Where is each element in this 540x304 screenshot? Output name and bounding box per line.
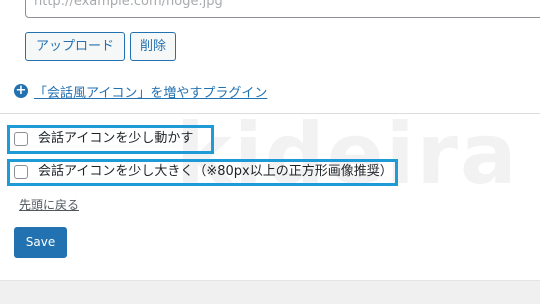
delete-button[interactable]: 削除 bbox=[130, 32, 176, 61]
move-icon-checkbox[interactable] bbox=[14, 132, 28, 146]
footer-bar bbox=[0, 280, 540, 304]
plugin-link-text[interactable]: 「会話風アイコン」を増やすプラグイン bbox=[34, 82, 267, 101]
move-icon-label: 会話アイコンを少し動かす bbox=[38, 131, 194, 146]
enlarge-icon-checkbox[interactable] bbox=[14, 165, 28, 179]
image-url-placeholder: http://example.com/hoge.jpg bbox=[34, 0, 223, 9]
option-enlarge-icon[interactable]: 会話アイコンを少し大きく（※80px以上の正方形画像推奨） bbox=[14, 163, 393, 181]
option-move-icon[interactable]: 会話アイコンを少し動かす bbox=[14, 130, 193, 148]
plugin-link[interactable]: + 「会話風アイコン」を増やすプラグイン bbox=[14, 82, 267, 101]
save-button[interactable]: Save bbox=[14, 227, 67, 258]
plus-circle-icon: + bbox=[14, 83, 28, 98]
enlarge-icon-label: 会話アイコンを少し大きく（※80px以上の正方形画像推奨） bbox=[38, 164, 393, 179]
back-to-top-link[interactable]: 先頭に戻る bbox=[19, 196, 79, 213]
upload-button[interactable]: アップロード bbox=[25, 32, 125, 61]
image-url-input[interactable]: http://example.com/hoge.jpg bbox=[25, 0, 540, 18]
